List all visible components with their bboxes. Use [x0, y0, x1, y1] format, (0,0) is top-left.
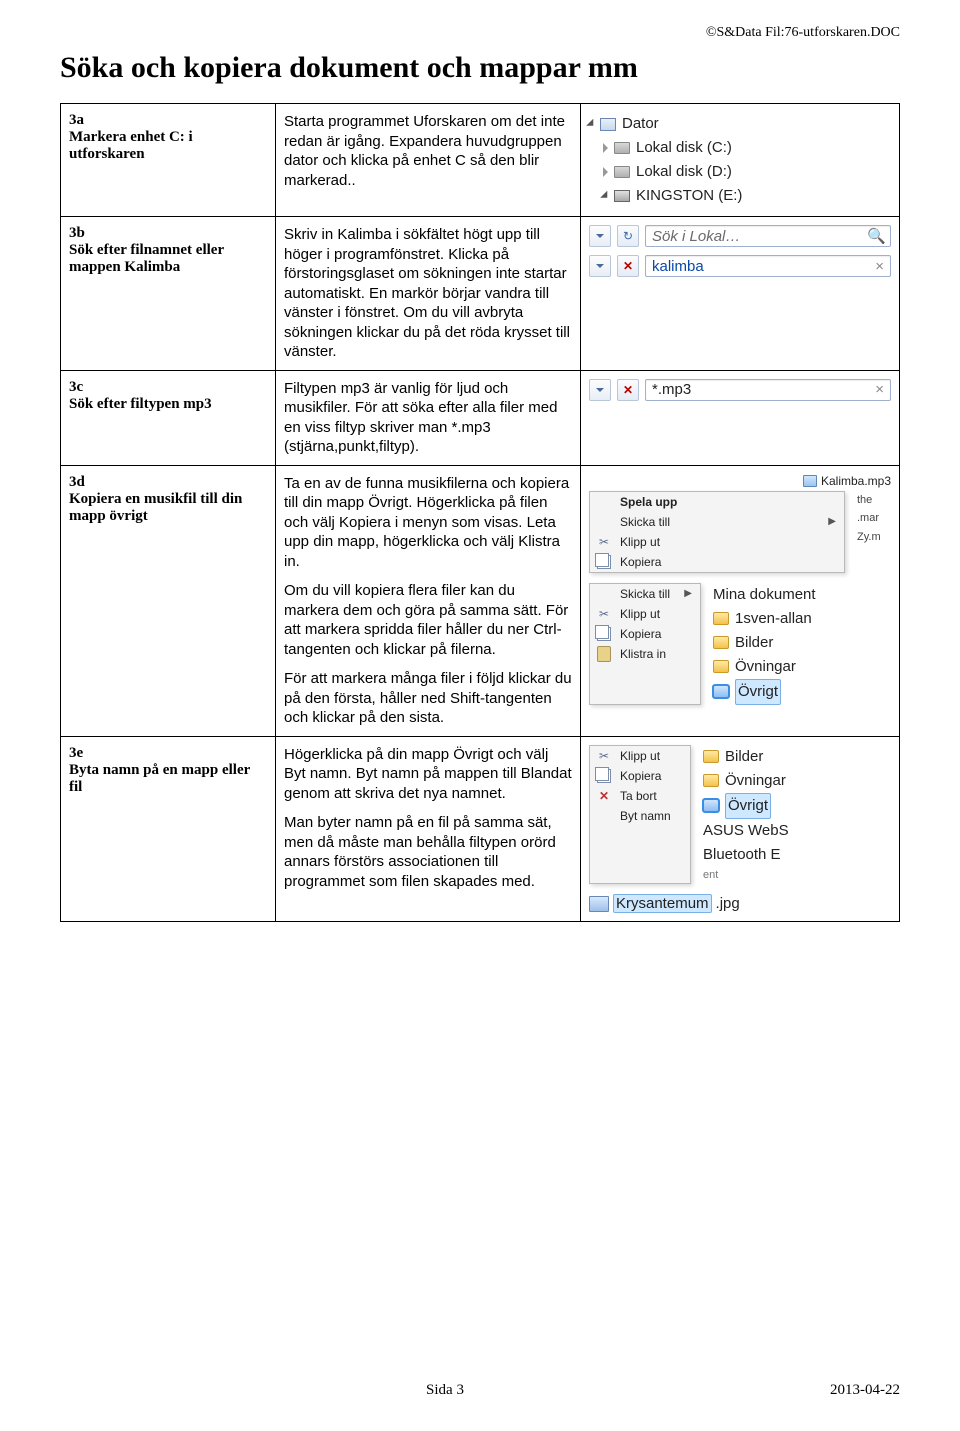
copy-icon	[597, 769, 611, 783]
dropdown-button[interactable]	[589, 379, 611, 401]
menu-item-cut[interactable]: Klipp ut	[590, 746, 690, 766]
delete-icon: ✕	[596, 788, 612, 804]
table-row: 3d Kopiera en musikfil till din mapp övr…	[61, 465, 900, 736]
page-date: 2013-04-22	[830, 1382, 900, 1399]
computer-icon	[600, 118, 616, 131]
page-number: Sida 3	[426, 1382, 464, 1399]
step-heading: 3c Sök efter filtypen mp3	[61, 370, 276, 465]
copy-icon	[597, 627, 611, 641]
step-description: Starta programmet Uforskaren om det inte…	[276, 104, 581, 217]
chevron-down-icon	[596, 264, 604, 268]
disk-icon	[614, 166, 630, 178]
screenshot-search-mp3: ✕ *.mp3 ×	[581, 370, 900, 465]
paste-icon	[597, 646, 611, 662]
menu-item-cut[interactable]: Klipp ut	[590, 604, 700, 624]
step-heading: 3b Sök efter filnamnet eller mappen Kali…	[61, 217, 276, 371]
clear-icon[interactable]: ×	[875, 381, 884, 398]
screenshot-search-kalimba: ↻ Sök i Lokal…🔍 ✕ kalimba ×	[581, 217, 900, 371]
menu-item-play[interactable]: Spela upp	[590, 492, 844, 512]
header-filepath: ©S&Data Fil:76-utforskaren.DOC	[60, 25, 900, 41]
expand-icon	[603, 143, 608, 153]
menu-item-delete[interactable]: ✕Ta bort	[590, 786, 690, 806]
search-input[interactable]: Sök i Lokal…🔍	[645, 225, 891, 247]
step-description: Högerklicka på din mapp Övrigt och välj …	[276, 736, 581, 922]
table-row: 3c Sök efter filtypen mp3 Filtypen mp3 ä…	[61, 370, 900, 465]
search-input[interactable]: kalimba ×	[645, 255, 891, 277]
step-description: Filtypen mp3 är vanlig för ljud och musi…	[276, 370, 581, 465]
cancel-search-button[interactable]: ✕	[617, 255, 639, 277]
menu-item-paste[interactable]: Klistra in	[590, 644, 700, 664]
instruction-table: 3a Markera enhet C: i utforskaren Starta…	[60, 103, 900, 922]
folder-icon	[713, 685, 729, 698]
table-row: 3a Markera enhet C: i utforskaren Starta…	[61, 104, 900, 217]
expand-icon	[586, 119, 597, 130]
clear-icon[interactable]: ×	[875, 258, 884, 275]
context-menu[interactable]: Klipp ut Kopiera ✕Ta bort Byt namn	[589, 745, 691, 885]
submenu-arrow-icon: ▶	[828, 516, 836, 527]
folder-list: Bilder Övningar Övrigt ASUS WebS Bluetoo…	[703, 745, 789, 885]
scissors-icon	[596, 606, 612, 622]
page-footer: Sida 3 2013-04-22	[60, 1382, 900, 1399]
close-icon: ✕	[623, 383, 633, 397]
page-title: Söka och kopiera dokument och mappar mm	[60, 51, 900, 85]
image-thumbnail-icon	[589, 896, 609, 912]
step-description: Ta en av de funna musikfilerna och kopie…	[276, 465, 581, 736]
screenshot-drive-tree: Dator Lokal disk (C:) Lokal disk (D:) KI…	[581, 104, 900, 217]
expand-icon	[603, 167, 608, 177]
submenu-arrow-icon: ▶	[684, 588, 692, 599]
menu-item-rename[interactable]: Byt namn	[590, 806, 690, 826]
search-icon: 🔍	[867, 227, 886, 245]
chevron-down-icon	[596, 388, 604, 392]
dropdown-button[interactable]	[589, 225, 611, 247]
context-menu[interactable]: Spela upp Skicka till▶ Klipp ut Kopiera	[589, 491, 845, 573]
disk-icon	[614, 142, 630, 154]
close-icon: ✕	[623, 259, 633, 273]
step-heading: 3d Kopiera en musikfil till din mapp övr…	[61, 465, 276, 736]
scissors-icon	[596, 748, 612, 764]
menu-item-send-to[interactable]: Skicka till▶	[590, 584, 700, 604]
step-description: Skriv in Kalimba i sökfältet högt upp ti…	[276, 217, 581, 371]
folder-icon	[713, 612, 729, 625]
folder-list: Mina dokument 1sven-allan Bilder Övninga…	[713, 583, 816, 705]
table-row: 3b Sök efter filnamnet eller mappen Kali…	[61, 217, 900, 371]
menu-item-copy[interactable]: Kopiera	[590, 766, 690, 786]
scissors-icon	[596, 534, 612, 550]
screenshot-rename: Klipp ut Kopiera ✕Ta bort Byt namn Bilde…	[581, 736, 900, 922]
table-row: 3e Byta namn på en mapp eller fil Högerk…	[61, 736, 900, 922]
folder-icon	[703, 750, 719, 763]
dropdown-button[interactable]	[589, 255, 611, 277]
menu-item-copy[interactable]: Kopiera	[590, 624, 700, 644]
search-input[interactable]: *.mp3 ×	[645, 379, 891, 401]
folder-icon	[703, 799, 719, 812]
menu-item-cut[interactable]: Klipp ut	[590, 532, 844, 552]
screenshot-copy-menus: Kalimba.mp3 Spela upp Skicka till▶ Klipp…	[581, 465, 900, 736]
folder-icon	[713, 660, 729, 673]
expand-icon	[600, 191, 611, 202]
chevron-down-icon	[596, 234, 604, 238]
menu-item-copy[interactable]: Kopiera	[590, 552, 844, 572]
copy-icon	[597, 555, 611, 569]
usb-drive-icon	[614, 190, 630, 202]
refresh-button[interactable]: ↻	[617, 225, 639, 247]
step-heading: 3a Markera enhet C: i utforskaren	[61, 104, 276, 217]
audio-file-icon	[803, 475, 817, 487]
folder-icon	[703, 774, 719, 787]
file-rename-field[interactable]: Krysantemum.jpg	[589, 894, 891, 913]
folder-icon	[713, 636, 729, 649]
cancel-search-button[interactable]: ✕	[617, 379, 639, 401]
context-menu[interactable]: Skicka till▶ Klipp ut Kopiera Klistra in	[589, 583, 701, 705]
step-heading: 3e Byta namn på en mapp eller fil	[61, 736, 276, 922]
menu-item-send-to[interactable]: Skicka till▶	[590, 512, 844, 532]
